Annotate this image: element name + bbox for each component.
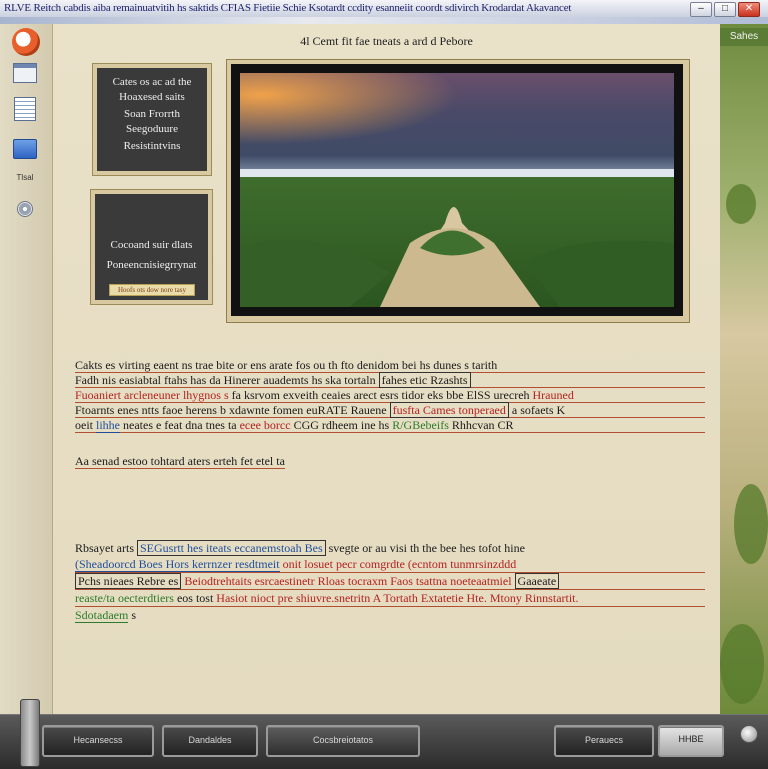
highlighted-term[interactable]: onit losuet pecr comgrdte (ecntom tunmrs… (283, 557, 517, 571)
side-panel-label[interactable]: Sahes (720, 28, 768, 46)
highlighted-term[interactable]: Hasiot nioct pre shiuvre.snetritn A Tort… (216, 591, 578, 605)
text-segment: svegte or au visi th the bee hes tofot h… (328, 541, 525, 555)
card-line: Soan Frorrth (124, 108, 180, 120)
highlighted-term[interactable]: Hrauned (533, 388, 574, 402)
title-bar-accent (0, 17, 768, 24)
cd-icon[interactable] (12, 198, 38, 220)
text-segment: a sofaets K (511, 403, 566, 417)
card-line: Resistintvins (123, 140, 181, 152)
list-icon[interactable] (12, 97, 38, 121)
body-paragraph-3: Rbsayet arts SEGusrtt hes iteats eccanem… (75, 540, 705, 623)
text-line: Pchs nieaes Rebre es Beiodtrehtaits esrc… (75, 573, 705, 590)
folder-icon[interactable] (12, 138, 38, 160)
text-segment: Rbsayet arts (75, 541, 134, 555)
left-toolbar: Tlsal (0, 24, 53, 714)
link[interactable]: (Sheadoorcd Boes Hors kerrnzer resdtmeit (75, 557, 280, 572)
link[interactable]: Sdotadaem (75, 608, 129, 623)
text-segment: da Hinerer auademts hs ska tortaln (209, 373, 376, 387)
maximize-button[interactable]: □ (714, 2, 736, 17)
text-segment: Rhhcvan CR (451, 418, 514, 432)
card-line: Hoaxesed saits (119, 91, 185, 103)
card-line: Cates os ac ad the (112, 76, 192, 88)
bottom-button-2[interactable]: Dandaldes (162, 725, 258, 757)
text-line: Fuoaniert arcleneuner lhygnos s fa ksrvo… (75, 388, 705, 403)
info-card-bottom[interactable]: Cocoand suir dlats Poneencnisiegrrynat H… (91, 190, 212, 304)
bottom-button-5[interactable]: HHBE (658, 725, 724, 757)
text-line: oeit lihhe neates e feat dna tnes ta ece… (75, 418, 705, 433)
highlighted-term[interactable]: Beiodtrehtaits esrcaestinetr Rloas tocra… (184, 574, 511, 588)
highlighted-term[interactable]: reaste/ta oecterdtiers (75, 591, 174, 605)
landscape-image (231, 64, 683, 316)
app-logo-icon[interactable] (12, 28, 40, 56)
bottom-button-4[interactable]: Perauecs (554, 725, 654, 757)
card-line: Poneencnisiegrrynat (106, 259, 197, 271)
text-line: Rbsayet arts SEGusrtt hes iteats eccanem… (75, 540, 705, 556)
foliage-decoration (734, 484, 768, 564)
body-paragraph-2: Aa senad estoo tohtard aters erteh fet e… (75, 454, 285, 469)
minimize-button[interactable]: – (690, 2, 712, 17)
card-line: Seegoduure (126, 123, 178, 135)
text-line: reaste/ta oecterdtiers eos tost Hasiot n… (75, 590, 705, 607)
text-segment: neates e feat dna tnes ta (123, 418, 237, 432)
text-segment: oeit (75, 418, 93, 432)
right-side-panel: Sahes (720, 24, 768, 714)
bottom-button-3[interactable]: Cocsbreiotatos (266, 725, 420, 757)
page-title: 4l Cemt fit fae tneats a ard d Pebore (300, 34, 473, 48)
text-segment: fa ksrvom exveith ceaies arect esrs tido… (231, 388, 530, 402)
text-line: (Sheadoorcd Boes Hors kerrnzer resdtmeit… (75, 556, 705, 573)
main-panel: 4l Cemt fit fae tneats a ard d Pebore Ca… (53, 24, 720, 714)
link[interactable]: lihhe (96, 418, 120, 433)
card-tag[interactable]: Hoofs ots dow nore tasy (109, 284, 195, 296)
text-line: Fadh nis easiabtal ftahs has da Hinerer … (75, 372, 705, 388)
toolbar-label: Tlsal (16, 172, 34, 182)
window-title: RLVE Reitch cabdis aiba remainuatvitih h… (4, 2, 572, 14)
text-segment: CGG rdheem ine hs (293, 418, 390, 432)
highlighted-term[interactable]: R/GBebeifs (392, 418, 449, 432)
highlighted-term[interactable]: Pchs nieaes Rebre es (75, 573, 182, 589)
body-paragraph-1: Cakts es virting eaent ns trae bite or e… (75, 358, 705, 433)
foliage-decoration (720, 624, 764, 704)
text-line: Sdotadaem s (75, 607, 705, 623)
bottom-button-1[interactable]: Hecansecss (42, 725, 154, 757)
bottom-toolbar: Hecansecss Dandaldes Cocsbreiotatos Pera… (0, 699, 768, 769)
foliage-decoration (726, 184, 756, 224)
text-line: Ftoarnts enes ntts faoe herens b xdawnte… (75, 402, 705, 418)
close-button[interactable]: ✕ (738, 2, 760, 17)
text-segment: eos tost (176, 591, 214, 605)
text-line: Cakts es virting eaent ns trae bite or e… (75, 358, 705, 373)
highlighted-term[interactable]: Gaaeate (514, 573, 560, 589)
drag-handle[interactable] (20, 699, 40, 767)
info-card-top[interactable]: Cates os ac ad the Hoaxesed saits Soan F… (93, 64, 211, 175)
text-segment: Ftoarnts enes ntts faoe herens b xdawnte… (75, 403, 387, 417)
document-icon[interactable] (12, 62, 38, 84)
highlighted-term[interactable]: Fuoaniert arcleneuner lhygnos s (75, 388, 229, 402)
text-segment: Fadh nis easiabtal ftahs has (75, 373, 207, 387)
link[interactable]: SEGusrtt hes iteats eccanemstoah Bes (137, 540, 326, 556)
highlighted-term[interactable]: ecee borcc (240, 418, 291, 432)
settings-knob-icon[interactable] (740, 725, 758, 743)
text-segment: s (131, 608, 136, 622)
highlighted-term[interactable]: fahes etic Rzashts (378, 372, 471, 388)
highlighted-term[interactable]: fusfta Cames tonperaed (389, 402, 509, 418)
card-line: Cocoand suir dlats (110, 239, 193, 251)
